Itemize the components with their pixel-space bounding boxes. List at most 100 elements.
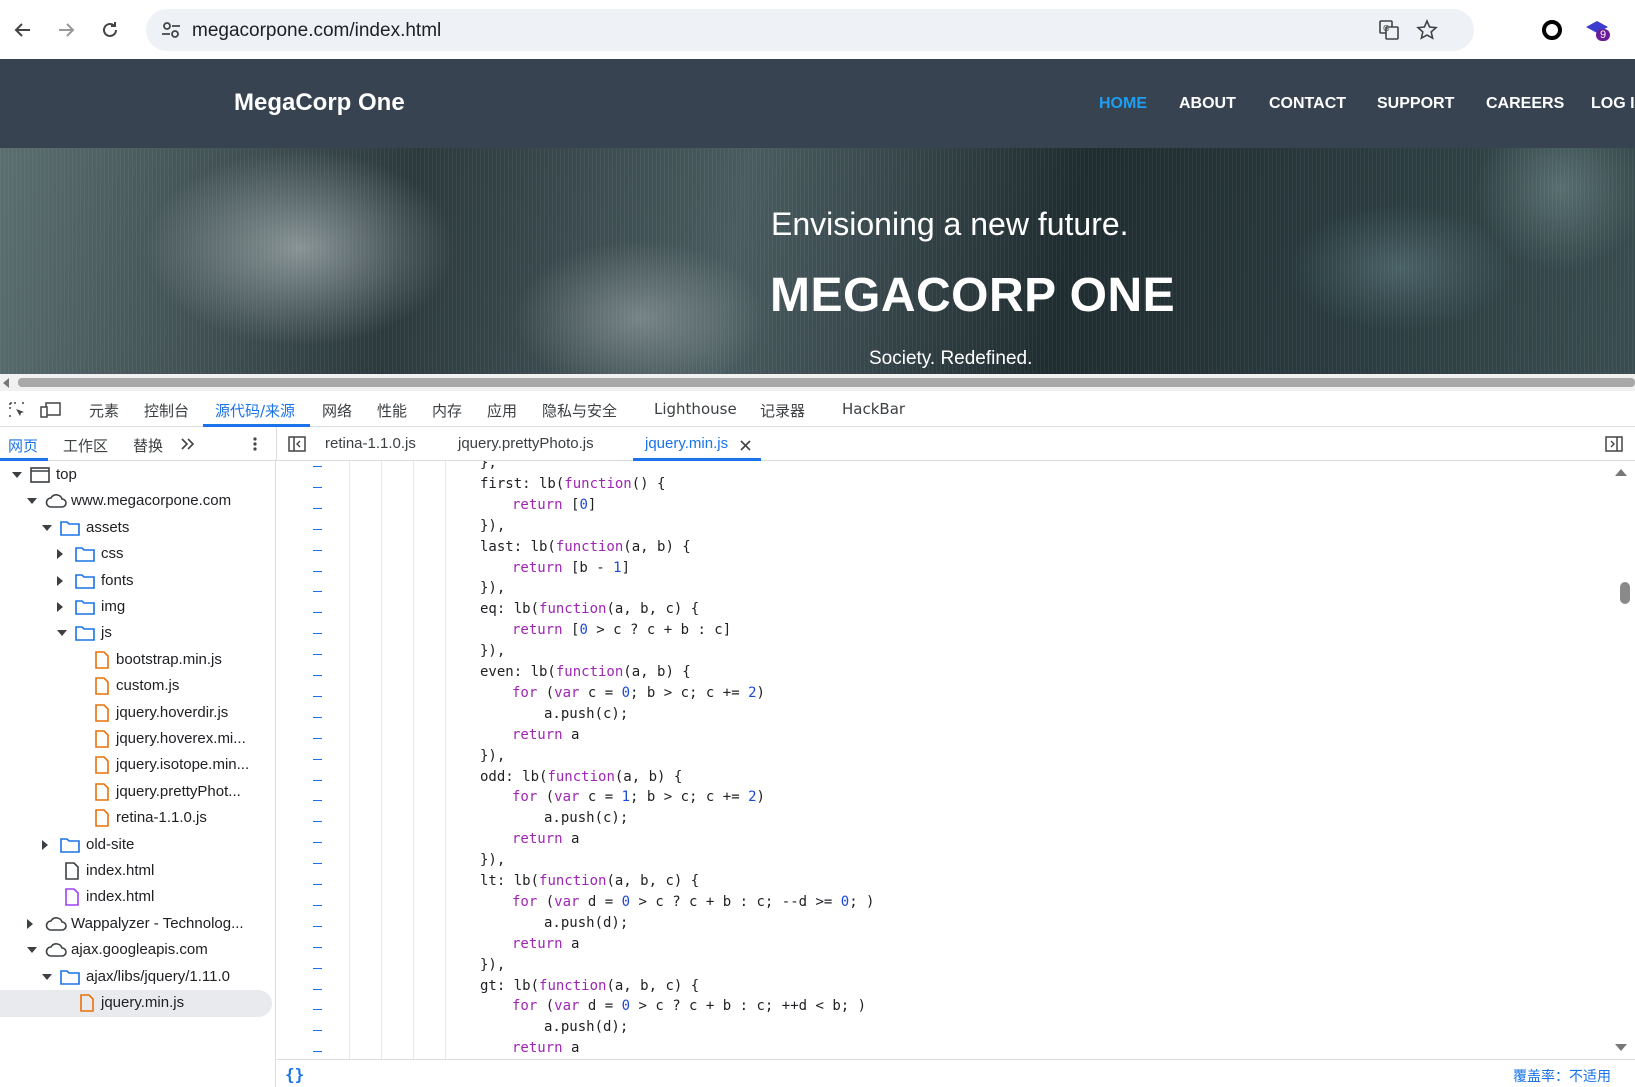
- back-button[interactable]: [12, 19, 34, 41]
- subtab-overrides[interactable]: 替换: [133, 435, 163, 456]
- tree-item[interactable]: js: [0, 620, 272, 647]
- tree-item[interactable]: index.html: [0, 858, 272, 885]
- tree-item[interactable]: ajax/libs/jquery/1.11.0: [0, 964, 272, 991]
- file-tab-jquery-min[interactable]: jquery.min.js: [645, 435, 728, 452]
- tab-elements[interactable]: 元素: [89, 400, 119, 421]
- tree-item[interactable]: old-site: [0, 832, 272, 859]
- tree-item[interactable]: fonts: [0, 568, 272, 595]
- toggle-navigator-icon[interactable]: [288, 436, 306, 452]
- code-text: a.push(c);: [544, 705, 629, 722]
- chevron-right-icon[interactable]: [27, 918, 33, 929]
- tree-item[interactable]: www.megacorpone.com: [0, 488, 272, 515]
- chevron-right-icon[interactable]: [57, 602, 63, 612]
- code-keyword: function: [547, 768, 615, 785]
- tab-console[interactable]: 控制台: [144, 400, 189, 421]
- chevron-right-icon[interactable]: [42, 839, 48, 850]
- js-file-icon: [94, 730, 114, 748]
- tab-hackbar[interactable]: HackBar: [842, 400, 905, 418]
- code-text: [b -: [562, 559, 614, 576]
- chevron-down-icon[interactable]: [57, 630, 67, 637]
- device-toggle-icon[interactable]: [40, 401, 62, 419]
- kebab-menu-icon[interactable]: [252, 436, 258, 452]
- tab-sources[interactable]: 源代码/来源: [215, 400, 295, 421]
- tree-item[interactable]: css: [0, 541, 272, 568]
- extension-circle-icon[interactable]: [1541, 19, 1563, 41]
- coverage-mark: [313, 821, 322, 823]
- editor-scrollbar-thumb[interactable]: [1620, 582, 1630, 604]
- code-text: (a, b) {: [614, 768, 683, 785]
- nav-about[interactable]: ABOUT: [1179, 95, 1236, 113]
- nav-login[interactable]: LOG IN: [1591, 95, 1635, 113]
- scrollbar-thumb[interactable]: [18, 378, 1635, 387]
- tree-item-label: index.html: [86, 862, 155, 879]
- tree-item[interactable]: jquery.min.js: [0, 990, 272, 1017]
- tree-item[interactable]: top: [0, 462, 272, 489]
- folder-icon: [60, 519, 80, 537]
- page-horizontal-scrollbar[interactable]: [0, 374, 1635, 391]
- tree-item[interactable]: retina-1.1.0.js: [0, 805, 272, 832]
- toggle-debugger-icon[interactable]: [1605, 436, 1623, 452]
- code-text: last: lb(: [480, 538, 556, 555]
- code-line: eq: lb(function(a, b, c) {: [480, 601, 699, 622]
- more-tabs-chevron-icon[interactable]: [180, 437, 196, 451]
- nav-contact[interactable]: CONTACT: [1269, 95, 1346, 113]
- tab-performance[interactable]: 性能: [377, 400, 407, 421]
- chevron-down-icon[interactable]: [27, 498, 37, 505]
- tree-item[interactable]: img: [0, 594, 272, 621]
- forward-button[interactable]: [55, 19, 77, 41]
- code-line: return [b - 1]: [512, 560, 630, 581]
- inspect-element-icon[interactable]: [8, 401, 26, 419]
- chevron-right-icon[interactable]: [57, 549, 63, 560]
- chevron-down-icon[interactable]: [42, 973, 52, 980]
- code-keyword: function: [539, 873, 607, 889]
- code-keyword: function: [555, 664, 624, 680]
- code-line: for (var d = 0 > c ? c + b : c; --d >= 0…: [512, 894, 875, 915]
- code-text: lt: lb(: [480, 873, 540, 889]
- chevron-right-icon[interactable]: [57, 575, 63, 586]
- coverage-mark: [313, 925, 322, 927]
- code-editor[interactable]: }, first: lb(function() {return [0]}), las…: [277, 461, 1635, 1059]
- tab-network[interactable]: 网络: [322, 400, 352, 421]
- tree-item[interactable]: assets: [0, 515, 272, 542]
- file-tab-retina[interactable]: retina-1.1.0.js: [325, 435, 416, 452]
- chevron-down-icon[interactable]: [42, 524, 52, 531]
- code-line: lt: lb(function(a, b, c) {: [480, 873, 699, 894]
- subtab-workspace[interactable]: 工作区: [63, 435, 108, 456]
- tree-item[interactable]: custom.js: [0, 673, 272, 700]
- code-keyword: function: [555, 538, 624, 555]
- file-tab-prettyphoto[interactable]: jquery.prettyPhoto.js: [458, 435, 594, 452]
- tab-memory[interactable]: 内存: [432, 400, 462, 421]
- tree-item[interactable]: jquery.hoverdir.js: [0, 700, 272, 727]
- nav-support[interactable]: SUPPORT: [1377, 95, 1454, 113]
- tree-item[interactable]: index.html: [0, 884, 272, 911]
- pretty-print-button[interactable]: {}: [285, 1065, 304, 1084]
- close-icon[interactable]: [740, 440, 751, 451]
- code-text: (: [537, 998, 555, 1015]
- tree-item[interactable]: Wappalyzer - Technolog...: [0, 911, 272, 938]
- tree-item[interactable]: ajax.googleapis.com: [0, 937, 272, 964]
- code-keyword: var: [554, 789, 580, 806]
- coverage-status[interactable]: 覆盖率：不适用: [1513, 1066, 1611, 1086]
- scroll-up-arrow-icon[interactable]: [1615, 469, 1627, 476]
- scroll-down-arrow-icon[interactable]: [1615, 1044, 1627, 1051]
- nav-careers[interactable]: CAREERS: [1486, 95, 1564, 113]
- chevron-down-icon[interactable]: [12, 472, 22, 478]
- tree-item[interactable]: jquery.isotope.min...: [0, 752, 272, 779]
- address-bar[interactable]: megacorpone.com/index.html G: [146, 9, 1474, 51]
- nav-home[interactable]: HOME: [1099, 95, 1147, 113]
- chevron-down-icon[interactable]: [27, 947, 37, 954]
- scroll-left-arrow-icon[interactable]: [3, 378, 9, 388]
- tab-privacy-security[interactable]: 隐私与安全: [542, 400, 617, 421]
- extension-hat-icon[interactable]: 9: [1584, 17, 1614, 47]
- tab-application[interactable]: 应用: [487, 400, 517, 421]
- tab-recorder[interactable]: 记录器: [760, 400, 805, 421]
- tab-lighthouse[interactable]: Lighthouse: [654, 400, 737, 418]
- tree-item[interactable]: jquery.prettyPhot...: [0, 779, 272, 806]
- reload-button[interactable]: [99, 19, 121, 41]
- tree-item[interactable]: bootstrap.min.js: [0, 647, 272, 674]
- code-text: a: [562, 726, 580, 743]
- subtab-page[interactable]: 网页: [8, 435, 38, 456]
- tree-item[interactable]: jquery.hoverex.mi...: [0, 726, 272, 753]
- site-logo[interactable]: MegaCorp One: [234, 89, 405, 117]
- code-text: (: [537, 893, 555, 910]
